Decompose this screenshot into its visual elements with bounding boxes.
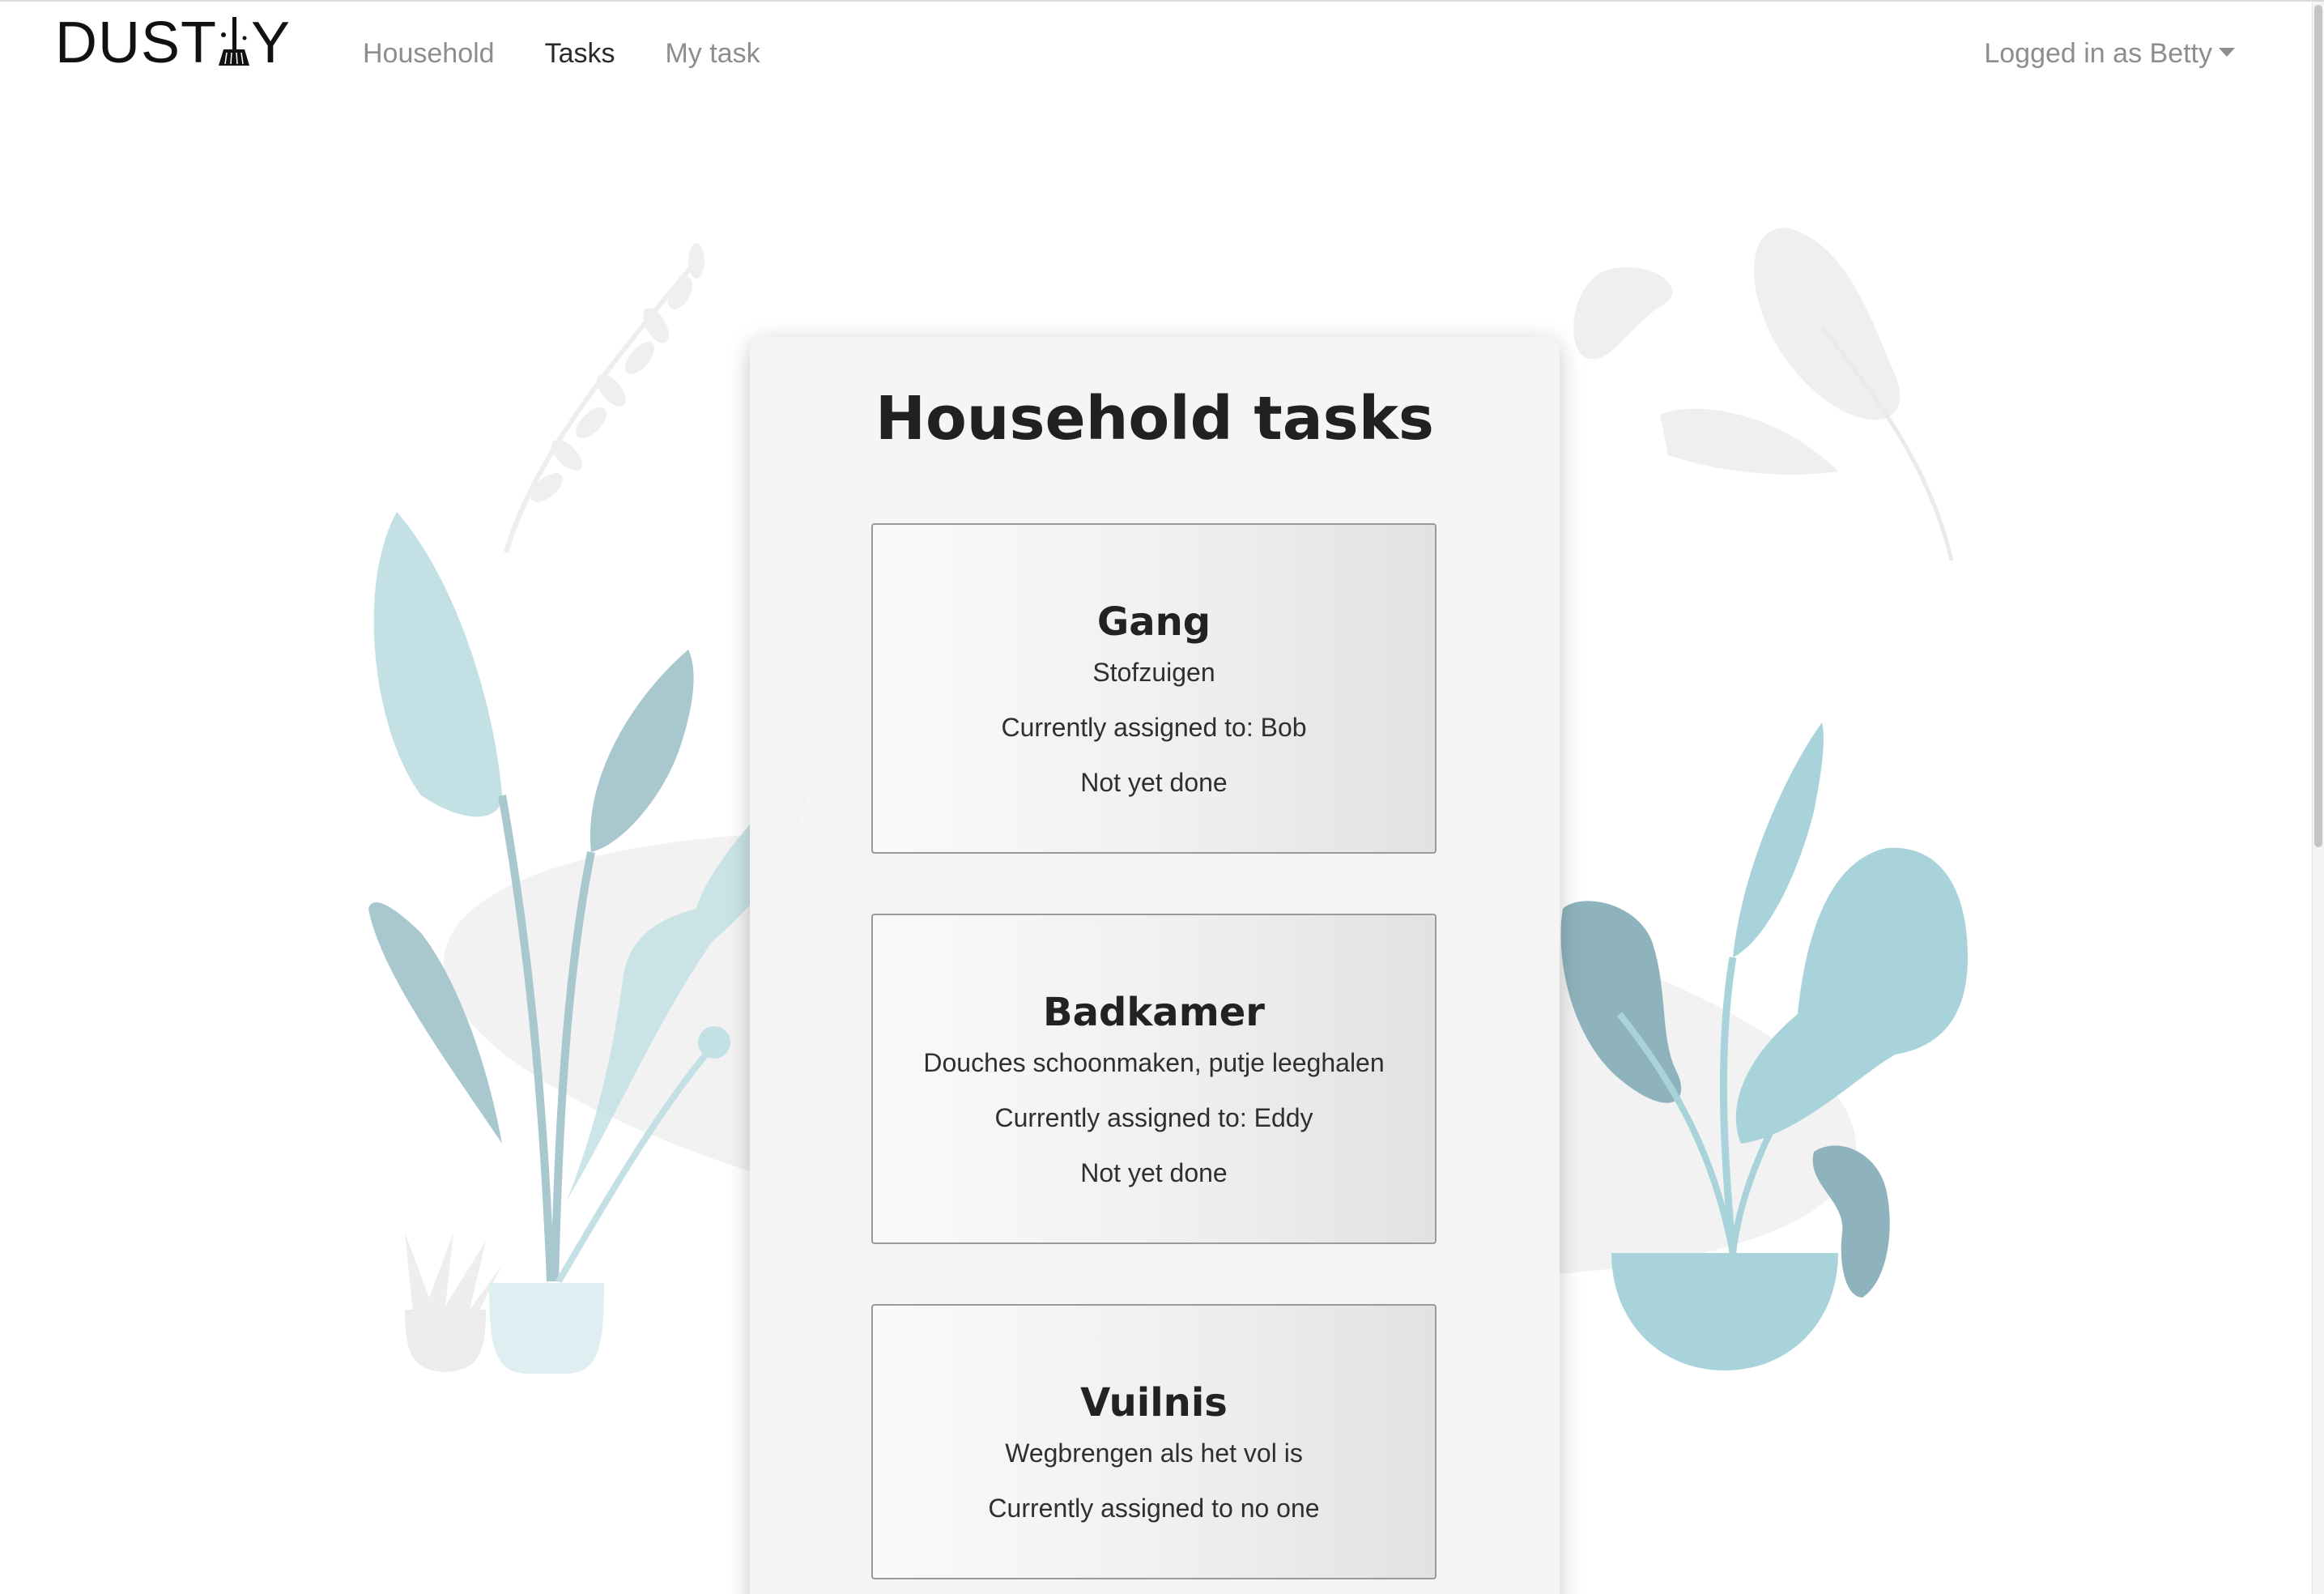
task-description: Douches schoonmaken, putje leeghalen xyxy=(923,1048,1385,1077)
broom-icon xyxy=(217,16,251,66)
scrollbar-thumb[interactable] xyxy=(2314,5,2322,847)
task-name: Vuilnis xyxy=(1080,1380,1228,1426)
brand-text-start: DUST xyxy=(55,11,217,75)
faint-sprig-left xyxy=(504,259,699,553)
task-card-gang[interactable]: Gang Stofzuigen Currently assigned to: B… xyxy=(871,523,1437,854)
caret-down-icon xyxy=(2219,48,2235,57)
task-card-badkamer[interactable]: Badkamer Douches schoonmaken, putje leeg… xyxy=(871,914,1437,1244)
task-card-vuilnis[interactable]: Vuilnis Wegbrengen als het vol is Curren… xyxy=(871,1304,1437,1579)
task-status: Not yet done xyxy=(1080,768,1228,797)
task-status: Not yet done xyxy=(1080,1158,1228,1187)
nav-link-tasks[interactable]: Tasks xyxy=(545,34,615,73)
tasks-panel: Household tasks Gang Stofzuigen Currentl… xyxy=(750,337,1560,1594)
navbar: DUST Y Household Tasks My task Logged in … xyxy=(0,2,2313,107)
faint-leaves-right xyxy=(1573,228,1900,475)
task-name: Gang xyxy=(1096,599,1211,645)
faint-sprig-leaves xyxy=(530,243,704,502)
nav-links: Household Tasks My task xyxy=(363,34,811,73)
task-name: Badkamer xyxy=(1043,990,1265,1035)
brand-text-end: Y xyxy=(251,11,292,75)
page: DUST Y Household Tasks My task Logged in … xyxy=(0,0,2324,1594)
nav-link-household[interactable]: Household xyxy=(363,34,495,73)
nav-link-my-task[interactable]: My task xyxy=(665,34,760,73)
task-description: Wegbrengen als het vol is xyxy=(1005,1438,1303,1468)
brand-logo[interactable]: DUST Y xyxy=(55,13,291,73)
page-title: Household tasks xyxy=(875,384,1434,454)
task-assigned: Currently assigned to: Bob xyxy=(1001,713,1307,742)
task-assigned: Currently assigned to no one xyxy=(988,1494,1320,1523)
task-description: Stofzuigen xyxy=(1092,658,1215,687)
page-scrollbar[interactable] xyxy=(2312,2,2324,1594)
task-assigned: Currently assigned to: Eddy xyxy=(994,1103,1313,1132)
user-menu-label: Logged in as Betty xyxy=(1984,38,2212,69)
user-menu-dropdown[interactable]: Logged in as Betty xyxy=(1984,34,2235,73)
